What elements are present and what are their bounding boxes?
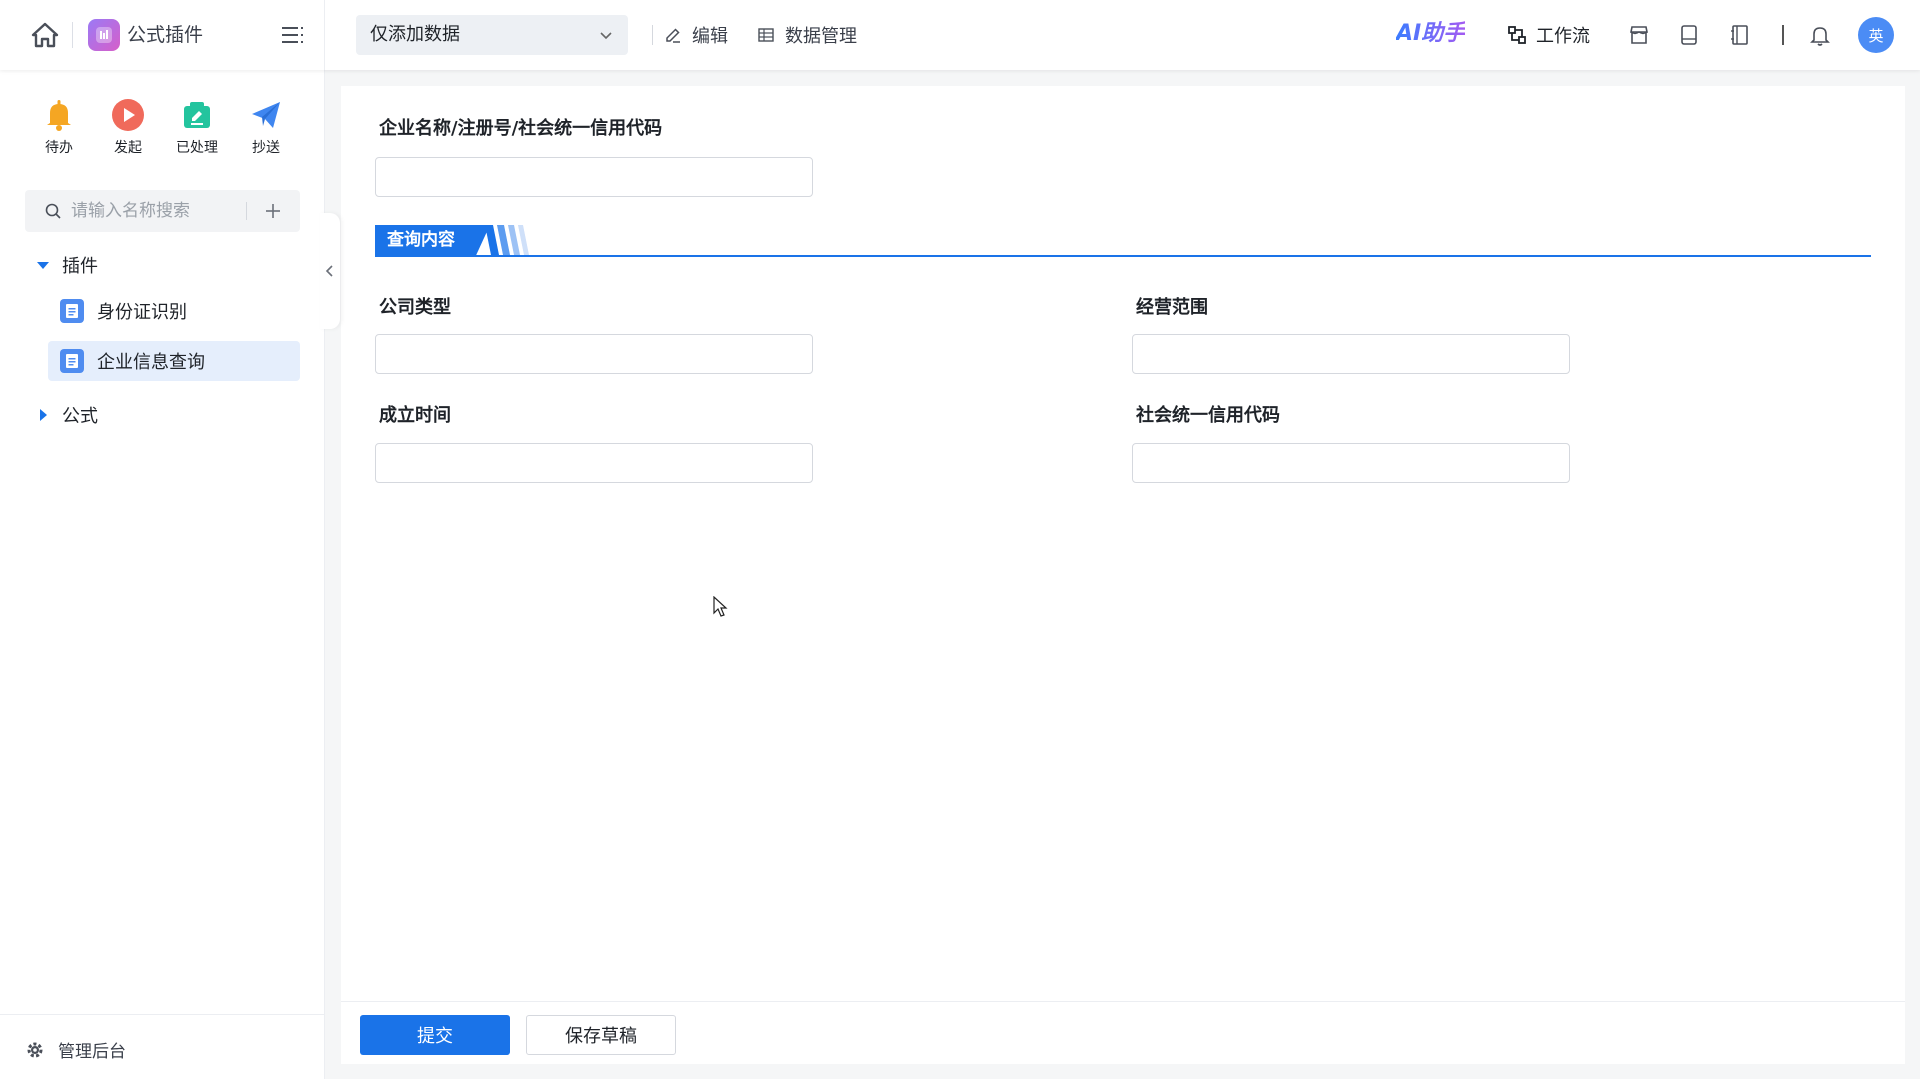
tree-item-label: 企业信息查询	[97, 352, 205, 373]
bell-icon	[40, 96, 78, 134]
data-manage-button[interactable]: 数据管理	[757, 22, 857, 48]
workflow-button[interactable]: 工作流	[1506, 22, 1590, 48]
home-icon[interactable]	[28, 18, 62, 52]
mouse-cursor-icon	[713, 596, 728, 617]
section-stripes	[485, 225, 529, 255]
search-box	[25, 190, 300, 232]
quick-action-start[interactable]: 发起	[100, 96, 156, 157]
company-type-label: 公司类型	[379, 297, 451, 318]
edit-button[interactable]: 编辑	[664, 22, 728, 48]
sidebar-collapse-button[interactable]	[320, 213, 340, 329]
tree-item-company-query[interactable]: 企业信息查询	[48, 341, 300, 381]
section-line	[375, 255, 1871, 257]
search-icon	[45, 203, 61, 219]
view-select-value: 仅添加数据	[370, 24, 460, 45]
form-panel: 企业名称/注册号/社会统一信用代码 查询内容 公司类型 经营范围 成立时间 社会…	[341, 86, 1905, 1064]
gear-icon	[27, 1042, 43, 1057]
data-manage-label: 数据管理	[785, 26, 857, 47]
tree-group-label: 插件	[62, 256, 98, 277]
tree-item-id-recognition[interactable]: 身份证识别	[48, 291, 300, 331]
divider	[72, 22, 73, 48]
form-footer: 提交 保存草稿	[341, 1001, 1905, 1064]
pencil-icon	[666, 28, 680, 43]
divider	[246, 202, 247, 220]
tree-item-label: 身份证识别	[97, 302, 187, 323]
edit-icon	[178, 96, 216, 134]
company-query-label: 企业名称/注册号/社会统一信用代码	[379, 118, 663, 139]
workflow-icon	[1508, 26, 1526, 44]
tree-group-formulas[interactable]: 公式	[36, 400, 98, 430]
business-scope-input[interactable]	[1132, 334, 1570, 374]
quick-action-label: 抄送	[252, 140, 280, 156]
sidebar: 待办 发起 已处理 抄送 插件 身份证识别	[0, 70, 325, 1079]
ai-assistant-button[interactable]: AI助手	[1396, 18, 1465, 50]
divider	[324, 0, 325, 70]
notebook-icon[interactable]	[1728, 23, 1752, 47]
admin-label: 管理后台	[58, 1042, 126, 1062]
add-button[interactable]	[259, 197, 287, 225]
bell-icon[interactable]	[1808, 23, 1832, 47]
section-title: 查询内容	[387, 230, 455, 250]
send-icon	[247, 96, 285, 134]
workflow-label: 工作流	[1536, 26, 1590, 47]
caret-down-icon	[37, 262, 49, 269]
menu-fold-icon[interactable]	[280, 24, 306, 46]
tree-group-plugins[interactable]: 插件	[36, 250, 98, 280]
quick-action-cc[interactable]: 抄送	[238, 96, 294, 157]
quick-action-processed[interactable]: 已处理	[169, 96, 225, 157]
save-draft-button[interactable]: 保存草稿	[526, 1015, 676, 1055]
document-icon	[60, 349, 84, 373]
chevron-left-icon	[325, 265, 333, 277]
search-input[interactable]	[71, 196, 251, 226]
quick-action-label: 发起	[114, 140, 142, 156]
established-date-input[interactable]	[375, 443, 813, 483]
company-query-input[interactable]	[375, 157, 813, 197]
plus-icon	[266, 204, 280, 218]
credit-code-input[interactable]	[1132, 443, 1570, 483]
quick-action-label: 待办	[45, 140, 73, 156]
caret-right-icon	[40, 409, 47, 421]
app-logo	[88, 19, 120, 51]
play-icon	[109, 96, 147, 134]
avatar[interactable]: 英	[1858, 17, 1894, 53]
book-icon[interactable]	[1677, 23, 1701, 47]
sidebar-footer: 管理后台	[0, 1014, 325, 1079]
tree-group-label: 公式	[62, 406, 98, 427]
table-icon	[758, 28, 774, 42]
top-bar: 公式插件 仅添加数据 编辑 数据管理 AI助手 工作流 英	[0, 0, 1920, 70]
quick-action-label: 已处理	[176, 140, 218, 156]
established-date-label: 成立时间	[379, 405, 451, 426]
divider	[1782, 25, 1784, 45]
divider	[652, 25, 653, 45]
quick-action-todo[interactable]: 待办	[31, 96, 87, 157]
submit-button[interactable]: 提交	[360, 1015, 510, 1055]
company-type-input[interactable]	[375, 334, 813, 374]
view-select[interactable]: 仅添加数据	[356, 15, 628, 55]
store-icon[interactable]	[1627, 23, 1651, 47]
credit-code-label: 社会统一信用代码	[1136, 405, 1280, 426]
edit-label: 编辑	[692, 26, 728, 47]
admin-link[interactable]: 管理后台	[26, 1037, 126, 1062]
document-icon	[60, 299, 84, 323]
business-scope-label: 经营范围	[1136, 297, 1208, 318]
section-header: 查询内容	[375, 225, 1871, 257]
app-title: 公式插件	[127, 24, 204, 46]
chevron-down-icon	[600, 32, 612, 40]
